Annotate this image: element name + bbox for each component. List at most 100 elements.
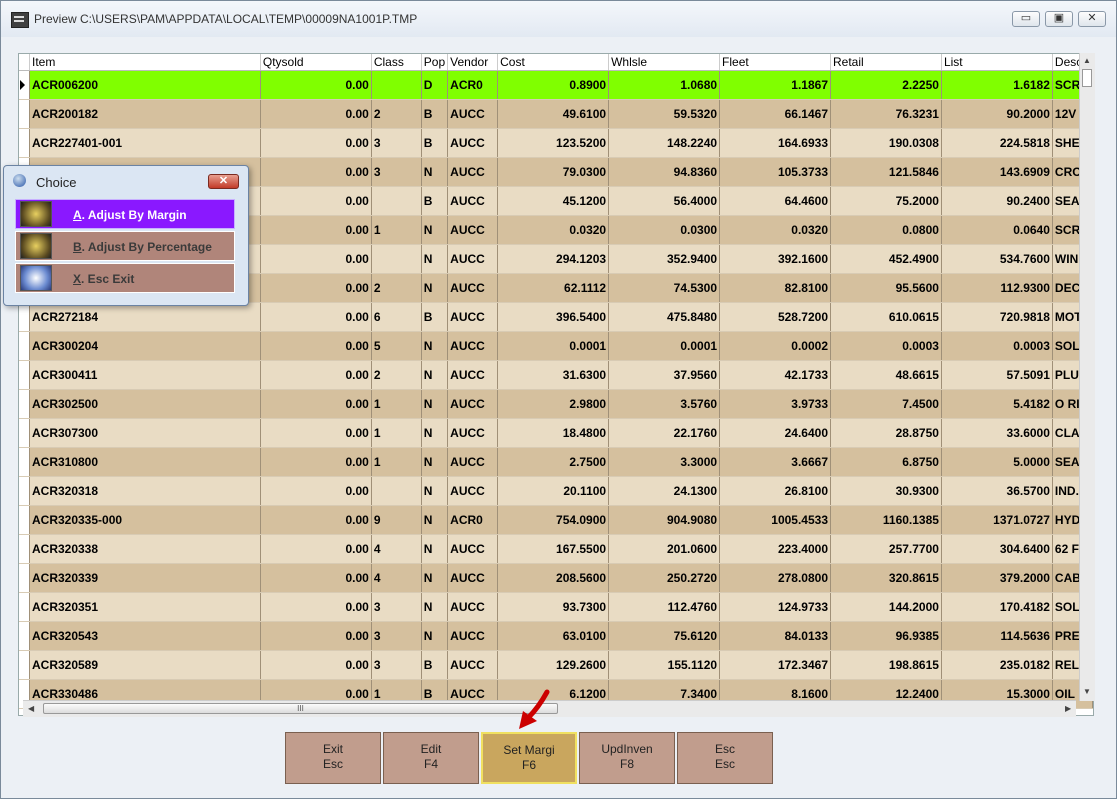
table-cell[interactable]: 48.6615 bbox=[830, 360, 942, 390]
choice-exit[interactable]: X. Esc Exit bbox=[15, 263, 235, 293]
table-cell[interactable]: 6.8750 bbox=[830, 447, 942, 477]
table-cell[interactable] bbox=[371, 476, 422, 506]
escape-button[interactable]: Esc Esc bbox=[677, 732, 773, 784]
table-cell[interactable]: 3 bbox=[371, 650, 422, 680]
table-cell[interactable]: 42.1733 bbox=[719, 360, 831, 390]
table-cell[interactable]: 2.2250 bbox=[830, 70, 942, 100]
table-cell[interactable]: N bbox=[421, 215, 449, 245]
table-cell[interactable]: B bbox=[421, 302, 449, 332]
table-cell[interactable]: 0.00 bbox=[260, 157, 372, 187]
table-cell[interactable]: 257.7700 bbox=[830, 534, 942, 564]
table-cell[interactable]: 24.6400 bbox=[719, 418, 831, 448]
table-cell[interactable]: AUCC bbox=[447, 273, 499, 303]
table-cell[interactable]: ACR320335-000 bbox=[29, 505, 261, 535]
table-cell[interactable]: 0.00 bbox=[260, 592, 372, 622]
table-cell[interactable]: AUCC bbox=[447, 128, 499, 158]
scroll-down-icon[interactable]: ▼ bbox=[1083, 687, 1091, 696]
table-cell[interactable]: 3.9733 bbox=[719, 389, 831, 419]
table-cell[interactable]: 167.5500 bbox=[497, 534, 610, 564]
table-cell[interactable]: 123.5200 bbox=[497, 128, 610, 158]
table-cell[interactable]: 904.9080 bbox=[608, 505, 721, 535]
column-header[interactable]: Cost bbox=[497, 54, 610, 71]
table-cell[interactable]: 1005.4533 bbox=[719, 505, 831, 535]
table-row[interactable]: ACR302500 0.00 1 N AUCC 2.9800 3.5760 3.9733 7.4… bbox=[19, 389, 1093, 419]
table-cell[interactable]: 528.7200 bbox=[719, 302, 831, 332]
table-cell[interactable]: 396.5400 bbox=[497, 302, 610, 332]
table-cell[interactable]: B bbox=[421, 99, 449, 129]
table-cell[interactable]: 62.1112 bbox=[497, 273, 610, 303]
table-row[interactable]: ACR320318 0.00 N AUCC 20.1100 24.1300 26.8100 3… bbox=[19, 476, 1093, 506]
table-cell[interactable]: 90.2400 bbox=[941, 186, 1053, 216]
table-cell[interactable]: 475.8480 bbox=[608, 302, 721, 332]
table-cell[interactable]: 24.1300 bbox=[608, 476, 721, 506]
column-header[interactable]: Pop bbox=[421, 54, 449, 71]
table-cell[interactable]: 0.0003 bbox=[830, 331, 942, 361]
table-row[interactable]: ACR200182 0.00 2 B AUCC 49.6100 59.5320 66.1467… bbox=[19, 99, 1093, 129]
table-cell[interactable]: 0.00 bbox=[260, 128, 372, 158]
data-grid[interactable]: Item Qtysold Class Pop Vendor Cost Whlsle Fleet… bbox=[18, 53, 1094, 716]
table-cell[interactable]: 0.0320 bbox=[497, 215, 610, 245]
table-cell[interactable]: 82.8100 bbox=[719, 273, 831, 303]
table-cell[interactable]: 49.6100 bbox=[497, 99, 610, 129]
table-cell[interactable]: AUCC bbox=[447, 563, 499, 593]
table-cell[interactable]: 4 bbox=[371, 534, 422, 564]
table-row[interactable]: ACR320543 0.00 3 N AUCC 63.0100 75.6120 84.0133… bbox=[19, 621, 1093, 651]
table-cell[interactable]: 2 bbox=[371, 273, 422, 303]
table-cell[interactable]: 26.8100 bbox=[719, 476, 831, 506]
table-cell[interactable]: ACR006200 bbox=[29, 70, 261, 100]
scroll-right-icon[interactable]: ▶ bbox=[1065, 704, 1071, 713]
table-cell[interactable]: AUCC bbox=[447, 476, 499, 506]
table-cell[interactable]: 45.1200 bbox=[497, 186, 610, 216]
table-cell[interactable]: 379.2000 bbox=[941, 563, 1053, 593]
table-cell[interactable]: 3.6667 bbox=[719, 447, 831, 477]
table-cell[interactable]: 3.5760 bbox=[608, 389, 721, 419]
table-cell[interactable]: AUCC bbox=[447, 534, 499, 564]
table-row[interactable]: ACR006200 0.00 D ACR0 0.8900 1.0680 1.1867 2.22… bbox=[19, 70, 1093, 100]
horizontal-scroll-thumb[interactable]: III bbox=[43, 703, 558, 714]
table-row[interactable]: ACR320335-000 0.00 9 N ACR0 754.0900 904.9080 1… bbox=[19, 505, 1093, 535]
scroll-up-icon[interactable]: ▲ bbox=[1083, 56, 1091, 65]
table-cell[interactable]: N bbox=[421, 447, 449, 477]
table-cell[interactable]: 7.4500 bbox=[830, 389, 942, 419]
table-cell[interactable]: 90.2000 bbox=[941, 99, 1053, 129]
table-cell[interactable]: 0.00 bbox=[260, 331, 372, 361]
table-cell[interactable]: 0.0003 bbox=[941, 331, 1053, 361]
table-cell[interactable]: 190.0308 bbox=[830, 128, 942, 158]
table-cell[interactable]: AUCC bbox=[447, 592, 499, 622]
table-cell[interactable]: 0.8900 bbox=[497, 70, 610, 100]
table-cell[interactable]: 0.00 bbox=[260, 302, 372, 332]
table-cell[interactable]: ACR320589 bbox=[29, 650, 261, 680]
table-cell[interactable]: 0.0320 bbox=[719, 215, 831, 245]
table-cell[interactable]: 0.0001 bbox=[608, 331, 721, 361]
table-cell[interactable]: 224.5818 bbox=[941, 128, 1053, 158]
table-cell[interactable]: 66.1467 bbox=[719, 99, 831, 129]
table-cell[interactable]: 59.5320 bbox=[608, 99, 721, 129]
table-cell[interactable]: 0.00 bbox=[260, 244, 372, 274]
title-bar[interactable]: Preview C:\USERS\PAM\APPDATA\LOCAL\TEMP\… bbox=[1, 1, 1116, 37]
table-cell[interactable]: 1 bbox=[371, 389, 422, 419]
table-cell[interactable]: 96.9385 bbox=[830, 621, 942, 651]
table-cell[interactable]: N bbox=[421, 476, 449, 506]
table-cell[interactable]: ACR320351 bbox=[29, 592, 261, 622]
minimize-button[interactable]: ▭ bbox=[1012, 11, 1040, 27]
close-button[interactable]: ✕ bbox=[1078, 11, 1106, 27]
table-cell[interactable]: AUCC bbox=[447, 360, 499, 390]
table-cell[interactable]: 2.9800 bbox=[497, 389, 610, 419]
table-cell[interactable]: 0.00 bbox=[260, 186, 372, 216]
table-cell[interactable]: ACR300204 bbox=[29, 331, 261, 361]
table-cell[interactable]: 610.0615 bbox=[830, 302, 942, 332]
table-cell[interactable]: 0.00 bbox=[260, 215, 372, 245]
table-cell[interactable]: 0.00 bbox=[260, 476, 372, 506]
table-cell[interactable]: AUCC bbox=[447, 186, 499, 216]
table-cell[interactable]: AUCC bbox=[447, 244, 499, 274]
table-row[interactable]: ACR320339 0.00 4 N AUCC 208.5600 250.2720 278.0… bbox=[19, 563, 1093, 593]
update-inventory-button[interactable]: UpdInven F8 bbox=[579, 732, 675, 784]
column-header[interactable]: List bbox=[941, 54, 1053, 71]
table-cell[interactable]: 172.3467 bbox=[719, 650, 831, 680]
table-cell[interactable]: ACR320318 bbox=[29, 476, 261, 506]
scroll-left-icon[interactable]: ◀ bbox=[28, 704, 34, 713]
table-cell[interactable]: 18.4800 bbox=[497, 418, 610, 448]
table-cell[interactable]: 76.3231 bbox=[830, 99, 942, 129]
table-cell[interactable]: 1 bbox=[371, 418, 422, 448]
table-cell[interactable]: 28.8750 bbox=[830, 418, 942, 448]
